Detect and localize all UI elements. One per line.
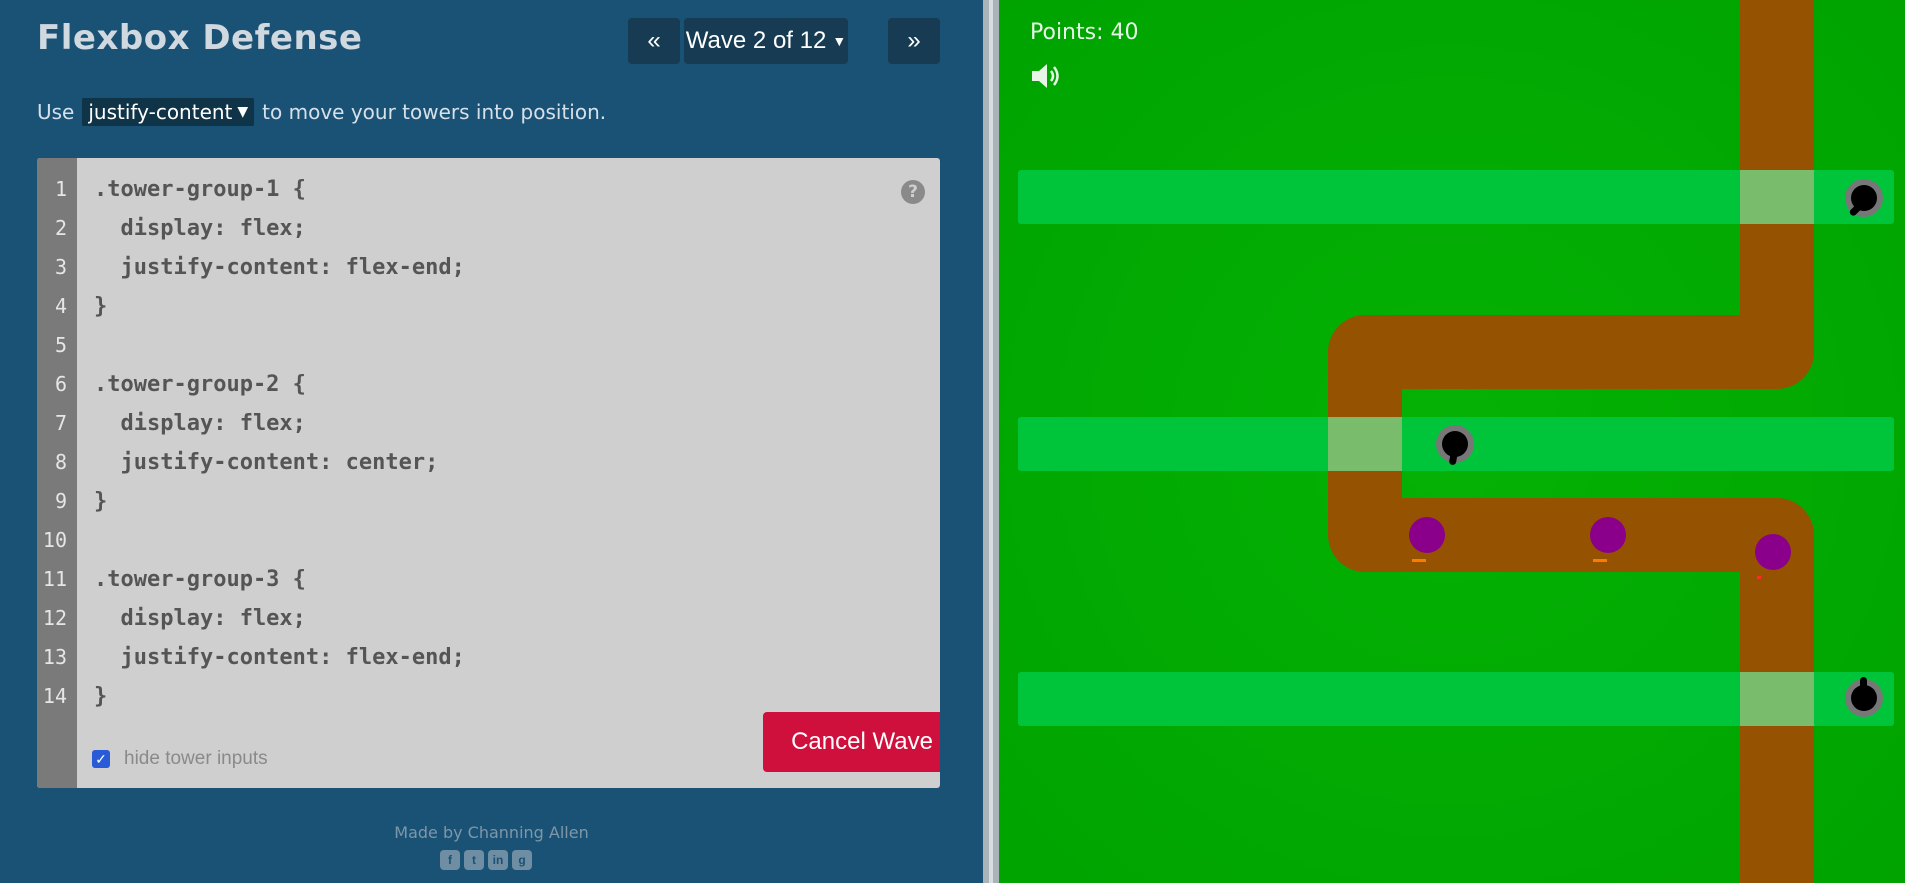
code-line[interactable]: justify-content: flex-end; <box>94 638 464 677</box>
caret-down-icon: ▼ <box>832 33 847 49</box>
speaker-icon[interactable] <box>1030 62 1064 94</box>
editor-panel: Flexbox Defense « Wave 2 of 12 ▼ » Use j… <box>0 0 983 883</box>
code-line[interactable]: } <box>94 287 107 326</box>
enemy <box>1590 517 1626 553</box>
game-board: Points: 40 <box>999 0 1905 883</box>
instructions-prefix: Use <box>37 100 75 124</box>
path-crossing <box>1328 417 1402 471</box>
line-number: 1 <box>54 177 67 201</box>
facebook-icon[interactable]: f <box>440 850 460 870</box>
page-title: Flexbox Defense <box>37 18 363 58</box>
points-counter: Points: 40 <box>1030 20 1139 45</box>
tower[interactable] <box>1436 425 1474 466</box>
enemy-health-bar <box>1757 576 1761 579</box>
linkedin-icon[interactable]: in <box>488 850 508 870</box>
code-line[interactable]: display: flex; <box>94 599 305 638</box>
line-number: 4 <box>54 294 67 318</box>
path-crossing <box>1740 170 1814 224</box>
hide-tower-inputs-label: hide tower inputs <box>124 748 268 769</box>
github-icon[interactable]: g <box>512 850 532 870</box>
css-editor[interactable]: 1 2 3 4 5 6 7 8 9 10 11 12 13 14 .tower-group-1 { dis… <box>37 158 940 788</box>
cancel-wave-button[interactable]: Cancel Wave <box>763 712 940 772</box>
line-number: 12 <box>42 606 67 630</box>
property-name: justify-content <box>88 100 233 124</box>
line-number: 7 <box>54 411 67 435</box>
code-line[interactable]: } <box>94 677 107 716</box>
enemy <box>1409 517 1445 553</box>
credit-text: Made by Channing Allen <box>394 823 589 842</box>
tower[interactable] <box>1845 179 1883 218</box>
social-links: f t in g <box>440 850 532 870</box>
path-crossing <box>1740 672 1814 726</box>
instructions-suffix: to move your towers into position. <box>262 100 607 124</box>
help-icon[interactable]: ? <box>901 180 925 204</box>
code-line[interactable]: .tower-group-2 { <box>94 365 306 404</box>
code-line[interactable]: display: flex; <box>94 209 305 248</box>
line-number: 8 <box>54 450 67 474</box>
code-line[interactable]: .tower-group-3 { <box>94 560 306 599</box>
line-number: 3 <box>54 255 67 279</box>
enemy-health-bar <box>1412 559 1426 562</box>
line-number: 5 <box>54 333 67 357</box>
tower[interactable] <box>1845 677 1883 717</box>
line-number: 9 <box>54 489 67 513</box>
line-number: 10 <box>42 528 67 552</box>
wave-selector[interactable]: Wave 2 of 12 ▼ <box>684 18 848 64</box>
twitter-icon[interactable]: t <box>464 850 484 870</box>
line-number: 13 <box>42 645 67 669</box>
caret-down-icon: ▼ <box>237 104 249 120</box>
code-line[interactable]: display: flex; <box>94 404 305 443</box>
wave-label: Wave 2 of 12 <box>685 27 827 54</box>
code-line[interactable]: justify-content: center; <box>94 443 438 482</box>
enemy <box>1755 534 1791 570</box>
property-dropdown[interactable]: justify-content ▼ <box>82 98 255 126</box>
code-line[interactable]: justify-content: flex-end; <box>94 248 464 287</box>
instructions: Use justify-content ▼ to move your tower… <box>37 98 606 126</box>
previous-wave-button[interactable]: « <box>628 18 680 64</box>
code-line[interactable]: } <box>94 482 107 521</box>
next-wave-button[interactable]: » <box>888 18 940 64</box>
line-number-gutter: 1 2 3 4 5 6 7 8 9 10 11 12 13 14 <box>37 158 77 788</box>
line-number: 6 <box>54 372 67 396</box>
code-line[interactable]: .tower-group-1 { <box>94 170 306 209</box>
hide-tower-inputs-toggle[interactable]: ✓ hide tower inputs <box>92 748 268 770</box>
enemy-health-bar <box>1593 559 1607 562</box>
checkbox[interactable]: ✓ <box>92 750 110 768</box>
panel-divider[interactable] <box>983 0 999 883</box>
line-number: 14 <box>42 684 67 708</box>
line-number: 11 <box>42 567 67 591</box>
line-number: 2 <box>54 216 67 240</box>
